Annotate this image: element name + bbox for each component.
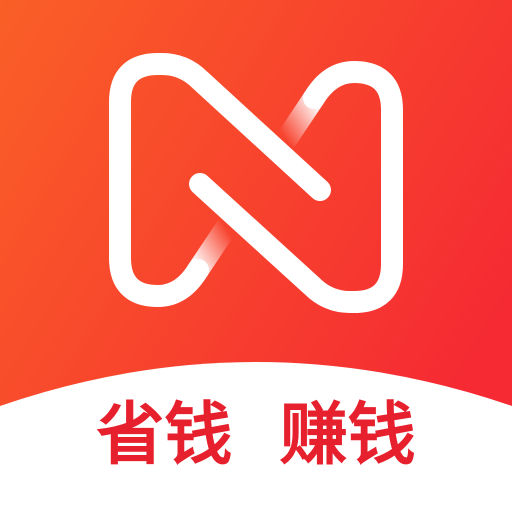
app-icon[interactable]: 省钱 赚钱	[0, 0, 512, 512]
slogan-text: 省钱 赚钱	[96, 396, 416, 475]
